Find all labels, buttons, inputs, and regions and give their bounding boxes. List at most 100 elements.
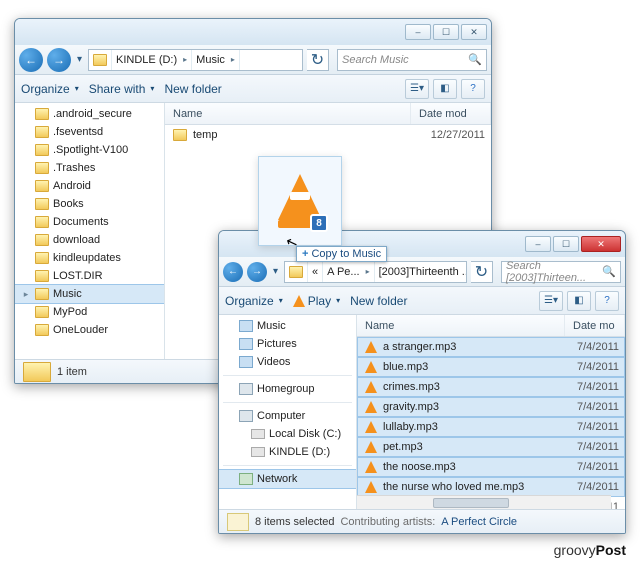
list-item[interactable]: gravity.mp37/4/2011: [357, 397, 625, 417]
tree-node[interactable]: Documents: [15, 213, 164, 231]
preview-pane-button[interactable]: ◧: [433, 79, 457, 99]
play-menu[interactable]: Play: [293, 294, 340, 308]
col-name[interactable]: Name: [365, 320, 394, 332]
address-bar[interactable]: KINDLE (D:) Music: [88, 49, 303, 71]
tree-node[interactable]: download: [15, 231, 164, 249]
forward-button[interactable]: →: [247, 262, 267, 282]
nav-tree[interactable]: MusicPicturesVideos Homegroup ComputerLoca…: [219, 315, 357, 509]
vlc-file-icon: [365, 421, 377, 433]
file-name: blue.mp3: [383, 361, 428, 373]
col-date[interactable]: Date mo: [573, 320, 615, 332]
file-name: temp: [193, 129, 217, 141]
minimize-button[interactable]: –: [405, 24, 431, 40]
col-name[interactable]: Name: [173, 108, 202, 120]
view-button[interactable]: ☰▾: [539, 291, 563, 311]
tree-node[interactable]: Network: [219, 470, 356, 488]
organize-menu[interactable]: Organize: [21, 82, 79, 96]
file-date: 7/4/2011: [577, 401, 625, 413]
tree-node[interactable]: ▸Music: [15, 285, 164, 303]
maximize-button[interactable]: ☐: [553, 236, 579, 252]
status-text: 1 item: [57, 366, 87, 378]
tree-node[interactable]: Books: [15, 195, 164, 213]
copy-tooltip-label: Copy to Music: [311, 248, 381, 260]
vlc-file-icon: [365, 381, 377, 393]
minimize-button[interactable]: –: [525, 236, 551, 252]
list-item[interactable]: blue.mp37/4/2011: [357, 357, 625, 377]
address-bar[interactable]: « A Pe... [2003]Thirteenth ...: [284, 261, 467, 283]
refresh-button[interactable]: ↻: [471, 261, 493, 283]
status-label: Contributing artists:: [340, 516, 435, 528]
help-button[interactable]: ?: [461, 79, 485, 99]
toolbar: Organize Play New folder ☰▾ ◧ ?: [219, 287, 625, 315]
file-date: 7/4/2011: [577, 461, 625, 473]
list-item[interactable]: the nurse who loved me.mp37/4/2011: [357, 477, 625, 497]
tree-node[interactable]: Computer: [219, 407, 356, 425]
titlebar[interactable]: – ☐ ✕: [15, 19, 491, 45]
share-menu[interactable]: Share with: [89, 82, 155, 96]
view-button[interactable]: ☰▾: [405, 79, 429, 99]
column-headers[interactable]: Name Date mod: [165, 103, 491, 125]
file-name: lullaby.mp3: [383, 421, 438, 433]
tree-node[interactable]: .fseventsd: [15, 123, 164, 141]
col-date[interactable]: Date mod: [419, 108, 467, 120]
list-item[interactable]: crimes.mp37/4/2011: [357, 377, 625, 397]
vlc-cone-icon: 8: [276, 174, 324, 228]
file-list-pane[interactable]: Name Date mo a stranger.mp37/4/2011blue.…: [357, 315, 625, 509]
search-icon: 🔍: [468, 53, 482, 66]
help-button[interactable]: ?: [595, 291, 619, 311]
search-input[interactable]: Search [2003]Thirteen... 🔍: [501, 261, 621, 283]
list-item[interactable]: pet.mp37/4/2011: [357, 437, 625, 457]
breadcrumb-ellipsis[interactable]: «: [308, 262, 323, 282]
copy-tooltip: + Copy to Music: [296, 246, 387, 262]
search-placeholder: Search Music: [342, 54, 409, 66]
tree-node[interactable]: KINDLE (D:): [219, 443, 356, 461]
maximize-button[interactable]: ☐: [433, 24, 459, 40]
tree-node[interactable]: kindleupdates: [15, 249, 164, 267]
list-item[interactable]: the noose.mp3 7/4/2011: [357, 457, 625, 477]
breadcrumb-drive[interactable]: KINDLE (D:): [112, 50, 192, 70]
file-name: crimes.mp3: [383, 381, 440, 393]
tree-node[interactable]: .Trashes: [15, 159, 164, 177]
folder-icon: [289, 266, 303, 278]
file-name: the noose.mp3: [383, 461, 456, 473]
tree-node[interactable]: MyPod: [15, 303, 164, 321]
breadcrumb-album[interactable]: [2003]Thirteenth ...: [375, 262, 467, 282]
breadcrumb-artist[interactable]: A Pe...: [323, 262, 374, 282]
list-item[interactable]: temp 12/27/2011: [165, 125, 491, 145]
refresh-button[interactable]: ↻: [307, 49, 329, 71]
newfolder-button[interactable]: New folder: [164, 82, 221, 96]
explorer-window-album: – ☐ ✕ ← → ▾ « A Pe... [2003]Thirteenth .…: [218, 230, 626, 534]
history-chevron-icon[interactable]: ▾: [271, 266, 280, 277]
tree-node[interactable]: .Spotlight-V100: [15, 141, 164, 159]
scrollbar-horizontal[interactable]: [357, 495, 611, 509]
scrollbar-thumb[interactable]: [433, 498, 509, 508]
drag-ghost: 8: [258, 156, 342, 246]
nav-bar: ← → ▾ KINDLE (D:) Music ↻ Search Music 🔍: [15, 45, 491, 75]
tree-node[interactable]: Local Disk (C:): [219, 425, 356, 443]
tree-node[interactable]: Android: [15, 177, 164, 195]
list-item[interactable]: a stranger.mp37/4/2011: [357, 337, 625, 357]
tree-node[interactable]: Homegroup: [219, 380, 356, 398]
back-button[interactable]: ←: [19, 48, 43, 72]
forward-button[interactable]: →: [47, 48, 71, 72]
tree-node[interactable]: Videos: [219, 353, 356, 371]
nav-bar: ← → ▾ « A Pe... [2003]Thirteenth ... ↻ S…: [219, 257, 625, 287]
tree-node[interactable]: Music: [219, 317, 356, 335]
folder-tree[interactable]: .android_secure.fseventsd.Spotlight-V100…: [15, 103, 165, 359]
tree-node[interactable]: .android_secure: [15, 105, 164, 123]
tree-node[interactable]: LOST.DIR: [15, 267, 164, 285]
tree-node[interactable]: Pictures: [219, 335, 356, 353]
tree-node[interactable]: OneLouder: [15, 321, 164, 339]
organize-menu[interactable]: Organize: [225, 294, 283, 308]
file-date: 7/4/2011: [577, 441, 625, 453]
column-headers[interactable]: Name Date mo: [357, 315, 625, 337]
history-chevron-icon[interactable]: ▾: [75, 54, 84, 65]
list-item[interactable]: lullaby.mp37/4/2011: [357, 417, 625, 437]
close-button[interactable]: ✕: [461, 24, 487, 40]
preview-pane-button[interactable]: ◧: [567, 291, 591, 311]
breadcrumb-folder[interactable]: Music: [192, 50, 240, 70]
back-button[interactable]: ←: [223, 262, 243, 282]
close-button[interactable]: ✕: [581, 236, 621, 252]
search-input[interactable]: Search Music 🔍: [337, 49, 487, 71]
newfolder-button[interactable]: New folder: [350, 294, 407, 308]
